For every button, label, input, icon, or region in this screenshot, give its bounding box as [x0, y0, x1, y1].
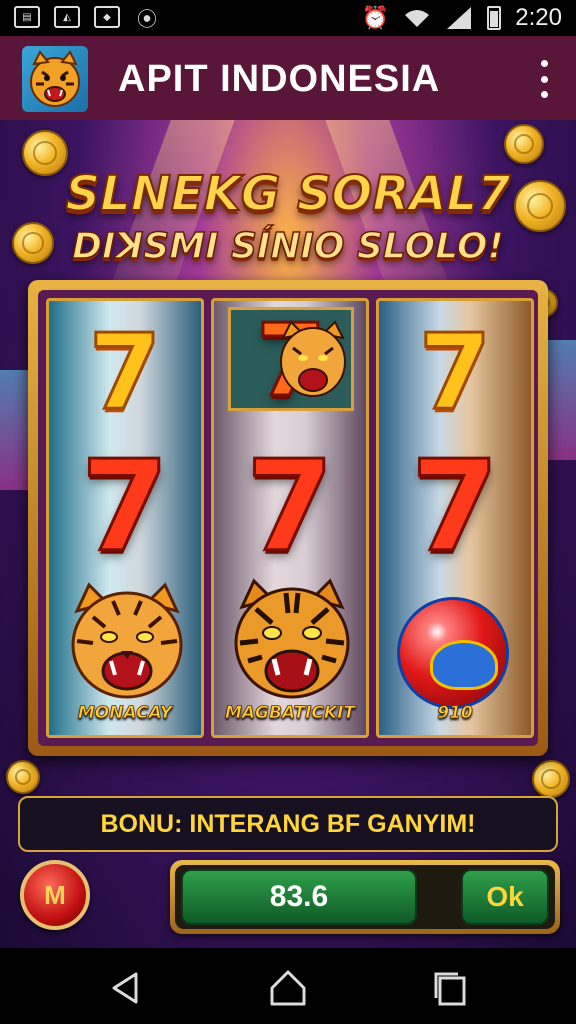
seven-symbol: 7: [410, 432, 501, 582]
reel-label: MONACAY: [77, 703, 173, 724]
reel-3: 7 7 910: [376, 298, 534, 738]
reel-label: 910: [437, 703, 473, 724]
slot-reels-container: 7 7 MONACAY 7 MAGBATICKIT 7 7 910: [38, 290, 538, 746]
bet-amount-display: 83.6: [181, 869, 417, 925]
signal-icon: [447, 7, 472, 29]
shield-icon: ◆: [94, 6, 120, 28]
tiger-icon: [71, 582, 183, 699]
alarm-icon: ⏰: [361, 5, 390, 30]
image-icon: ◭: [54, 6, 80, 28]
seven-symbol: 7: [80, 432, 171, 582]
home-icon[interactable]: [268, 968, 308, 1008]
app-bar: APIT INDONESIA: [0, 36, 576, 120]
app-title: APIT INDONESIA: [118, 58, 441, 100]
seven-symbol: 7: [245, 432, 336, 582]
navigation-bar: [0, 948, 576, 1024]
status-left-icons: ▤ ◭ ◆ ⦿: [14, 6, 160, 31]
more-vert-icon[interactable]: [538, 60, 550, 98]
tiger-icon: [234, 578, 350, 699]
tiger-seven-tile: 7: [228, 301, 354, 421]
status-bar: ▤ ◭ ◆ ⦿ ⏰ 2:20: [0, 0, 576, 36]
m-button[interactable]: M: [20, 860, 90, 930]
coin-icon: [504, 124, 544, 164]
promo-subheadline: DIꓘSMI SÍNIO SLOLO!: [71, 225, 504, 268]
reel-2: 7 7: [211, 298, 369, 738]
coin-icon: [6, 760, 40, 794]
slot-machine: 7 7 MONACAY 7 MAGBATICKIT 7 7 910: [28, 280, 548, 756]
wifi-icon: [405, 10, 430, 27]
location-icon: ⦿: [137, 6, 157, 31]
ball-symbol-icon: [397, 597, 509, 709]
background-machine: [544, 340, 576, 460]
ok-button[interactable]: Ok: [461, 869, 549, 925]
recents-icon[interactable]: [430, 968, 470, 1008]
game-area: SLNEKG SORAL7 DIꓘSMI SÍNIO SLOLO! 7 7 MO…: [0, 120, 576, 948]
seven-symbol: 7: [87, 310, 162, 435]
sim-icon: ▤: [14, 6, 40, 28]
reel-label: MAGBATICKIT: [224, 703, 356, 724]
tiger-icon: [280, 320, 346, 397]
tiger-logo-icon[interactable]: [22, 46, 88, 112]
back-icon[interactable]: [106, 968, 146, 1008]
status-time: 2:20: [515, 4, 562, 31]
seven-symbol: 7: [417, 310, 492, 435]
reel-1: 7 7 MONACAY: [46, 298, 204, 738]
bonus-banner: BONU: INTERANG BF GANYIM!: [18, 796, 558, 852]
battery-icon: [487, 6, 502, 30]
promo-headline: SLNEKG SORAL7: [65, 165, 512, 223]
control-panel: 83.6 Ok: [170, 860, 560, 934]
status-right-icons: ⏰ 2:20: [362, 4, 562, 32]
coin-icon: [532, 760, 570, 798]
